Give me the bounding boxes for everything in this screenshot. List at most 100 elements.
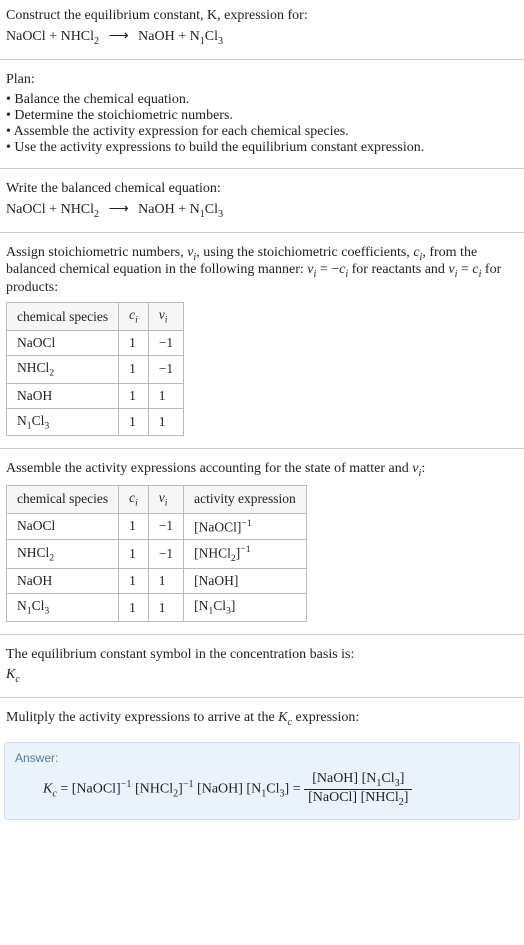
balanced-title: Write the balanced chemical equation: xyxy=(6,181,518,197)
term: ] xyxy=(400,771,405,786)
cell-c: 1 xyxy=(119,594,149,622)
table-row: NHCl2 1 −1 [NHCl2]−1 xyxy=(7,540,307,569)
prompt-text: Construct the equilibrium constant, K, e… xyxy=(6,8,518,24)
cell-nu: 1 xyxy=(148,594,183,622)
divider xyxy=(0,697,524,698)
sp-sub: 2 xyxy=(49,553,54,564)
cell-activity: [N1Cl3] xyxy=(184,594,307,622)
table-header-row: chemical species ci νi activity expressi… xyxy=(7,486,307,514)
table-row: NaOH 1 1 xyxy=(7,383,184,408)
table-row: N1Cl3 1 1 xyxy=(7,408,184,436)
term: [NaOCl] xyxy=(72,781,121,796)
term: ] xyxy=(404,790,409,805)
kc-k: K xyxy=(278,710,287,725)
species-naoh: NaOH xyxy=(138,202,175,217)
plus: + xyxy=(46,29,61,44)
term-sup: −1 xyxy=(121,779,132,790)
sp-sub: 3 xyxy=(44,420,49,431)
reaction-equation: NaOCl + NHCl2 ⟶ NaOH + N1Cl3 xyxy=(6,28,518,47)
t: , using the stoichiometric coefficients, xyxy=(196,245,413,260)
col-activity: activity expression xyxy=(184,486,307,514)
table-row: NHCl2 1 −1 xyxy=(7,355,184,383)
i: i xyxy=(165,315,168,326)
act: [NaOCl] xyxy=(194,519,241,534)
t: expression: xyxy=(292,710,359,725)
question-header: Construct the equilibrium constant, K, e… xyxy=(0,0,524,55)
n1cl3-cl: Cl xyxy=(205,202,218,217)
act: [N xyxy=(194,598,208,613)
cell-species: NaOH xyxy=(7,383,119,408)
term: [NaOH] xyxy=(194,781,247,796)
cell-nu: −1 xyxy=(148,355,183,383)
sp: N xyxy=(17,413,27,428)
species-n1cl3: N1Cl3 xyxy=(190,202,223,217)
cell-activity: [NHCl2]−1 xyxy=(184,540,307,569)
cell-nu: 1 xyxy=(148,569,183,594)
cell-c: 1 xyxy=(119,569,149,594)
kc-k: K xyxy=(6,667,15,682)
cell-c: 1 xyxy=(119,330,149,355)
answer-label: Answer: xyxy=(15,751,509,765)
kc-symbol-text: The equilibrium constant symbol in the c… xyxy=(6,647,518,663)
species-naoh: NaOH xyxy=(138,29,175,44)
cell-species: NaOCl xyxy=(7,513,119,540)
divider xyxy=(0,59,524,60)
plus: + xyxy=(46,202,61,217)
cell-nu: 1 xyxy=(148,408,183,436)
t: Mulitply the activity expressions to arr… xyxy=(6,710,278,725)
plan-title: Plan: xyxy=(6,72,518,88)
n1cl3-n: N xyxy=(190,202,200,217)
cell-species: N1Cl3 xyxy=(7,594,119,622)
plan-section: Plan: Balance the chemical equation. Det… xyxy=(0,64,524,164)
divider xyxy=(0,232,524,233)
col-ci: ci xyxy=(119,486,149,514)
n1cl3-sub2: 3 xyxy=(218,36,223,47)
col-species: chemical species xyxy=(7,303,119,331)
balanced-equation: NaOCl + NHCl2 ⟶ NaOH + N1Cl3 xyxy=(6,201,518,220)
col-nui: νi xyxy=(148,486,183,514)
plan-list: Balance the chemical equation. Determine… xyxy=(6,92,518,156)
term: [N xyxy=(246,781,261,796)
assemble-text: Assemble the activity expressions accoun… xyxy=(6,461,518,479)
sp: NHCl xyxy=(17,545,49,560)
table-row: NaOCl 1 −1 [NaOCl]−1 xyxy=(7,513,307,540)
eq: = xyxy=(57,781,72,796)
arrow: ⟶ xyxy=(103,202,135,217)
kc-expression: Kc = [NaOCl]−1 [NHCl2]−1 [NaOH] [N1Cl3] … xyxy=(15,771,509,808)
arrow: ⟶ xyxy=(103,29,135,44)
table-header-row: chemical species ci νi xyxy=(7,303,184,331)
act-sup: −1 xyxy=(241,518,251,529)
species-nhcl2: NHCl2 xyxy=(61,202,100,217)
t: for reactants and xyxy=(348,262,448,277)
plan-item: Determine the stoichiometric numbers. xyxy=(6,108,518,124)
plus: + xyxy=(175,202,190,217)
assign-section: Assign stoichiometric numbers, νi, using… xyxy=(0,237,524,445)
sp: Cl xyxy=(32,598,45,613)
nhcl2-sub: 2 xyxy=(94,36,99,47)
t: : xyxy=(421,461,425,476)
col-nui: νi xyxy=(148,303,183,331)
denominator: [NaOCl] [NHCl2] xyxy=(304,790,412,808)
cell-c: 1 xyxy=(119,513,149,540)
act-sup: −1 xyxy=(240,544,250,555)
sp: N xyxy=(17,598,27,613)
nhcl2-base: NHCl xyxy=(61,29,94,44)
i: i xyxy=(165,498,168,509)
n1cl3-sub2: 3 xyxy=(218,209,223,220)
balanced-section: Write the balanced chemical equation: Na… xyxy=(0,173,524,228)
term: [N xyxy=(362,771,377,786)
cell-nu: −1 xyxy=(148,540,183,569)
cell-c: 1 xyxy=(119,355,149,383)
answer-box: Answer: Kc = [NaOCl]−1 [NHCl2]−1 [NaOH] … xyxy=(4,742,520,821)
cell-c: 1 xyxy=(119,540,149,569)
divider xyxy=(0,168,524,169)
eq: = − xyxy=(316,262,339,277)
divider xyxy=(0,634,524,635)
assign-text: Assign stoichiometric numbers, νi, using… xyxy=(6,245,518,297)
eq: = xyxy=(289,781,304,796)
numerator: [NaOH] [N1Cl3] xyxy=(304,771,412,790)
cell-species: NaOH xyxy=(7,569,119,594)
table-row: NaOCl 1 −1 xyxy=(7,330,184,355)
cell-species: NHCl2 xyxy=(7,355,119,383)
sp: NHCl xyxy=(17,360,49,375)
